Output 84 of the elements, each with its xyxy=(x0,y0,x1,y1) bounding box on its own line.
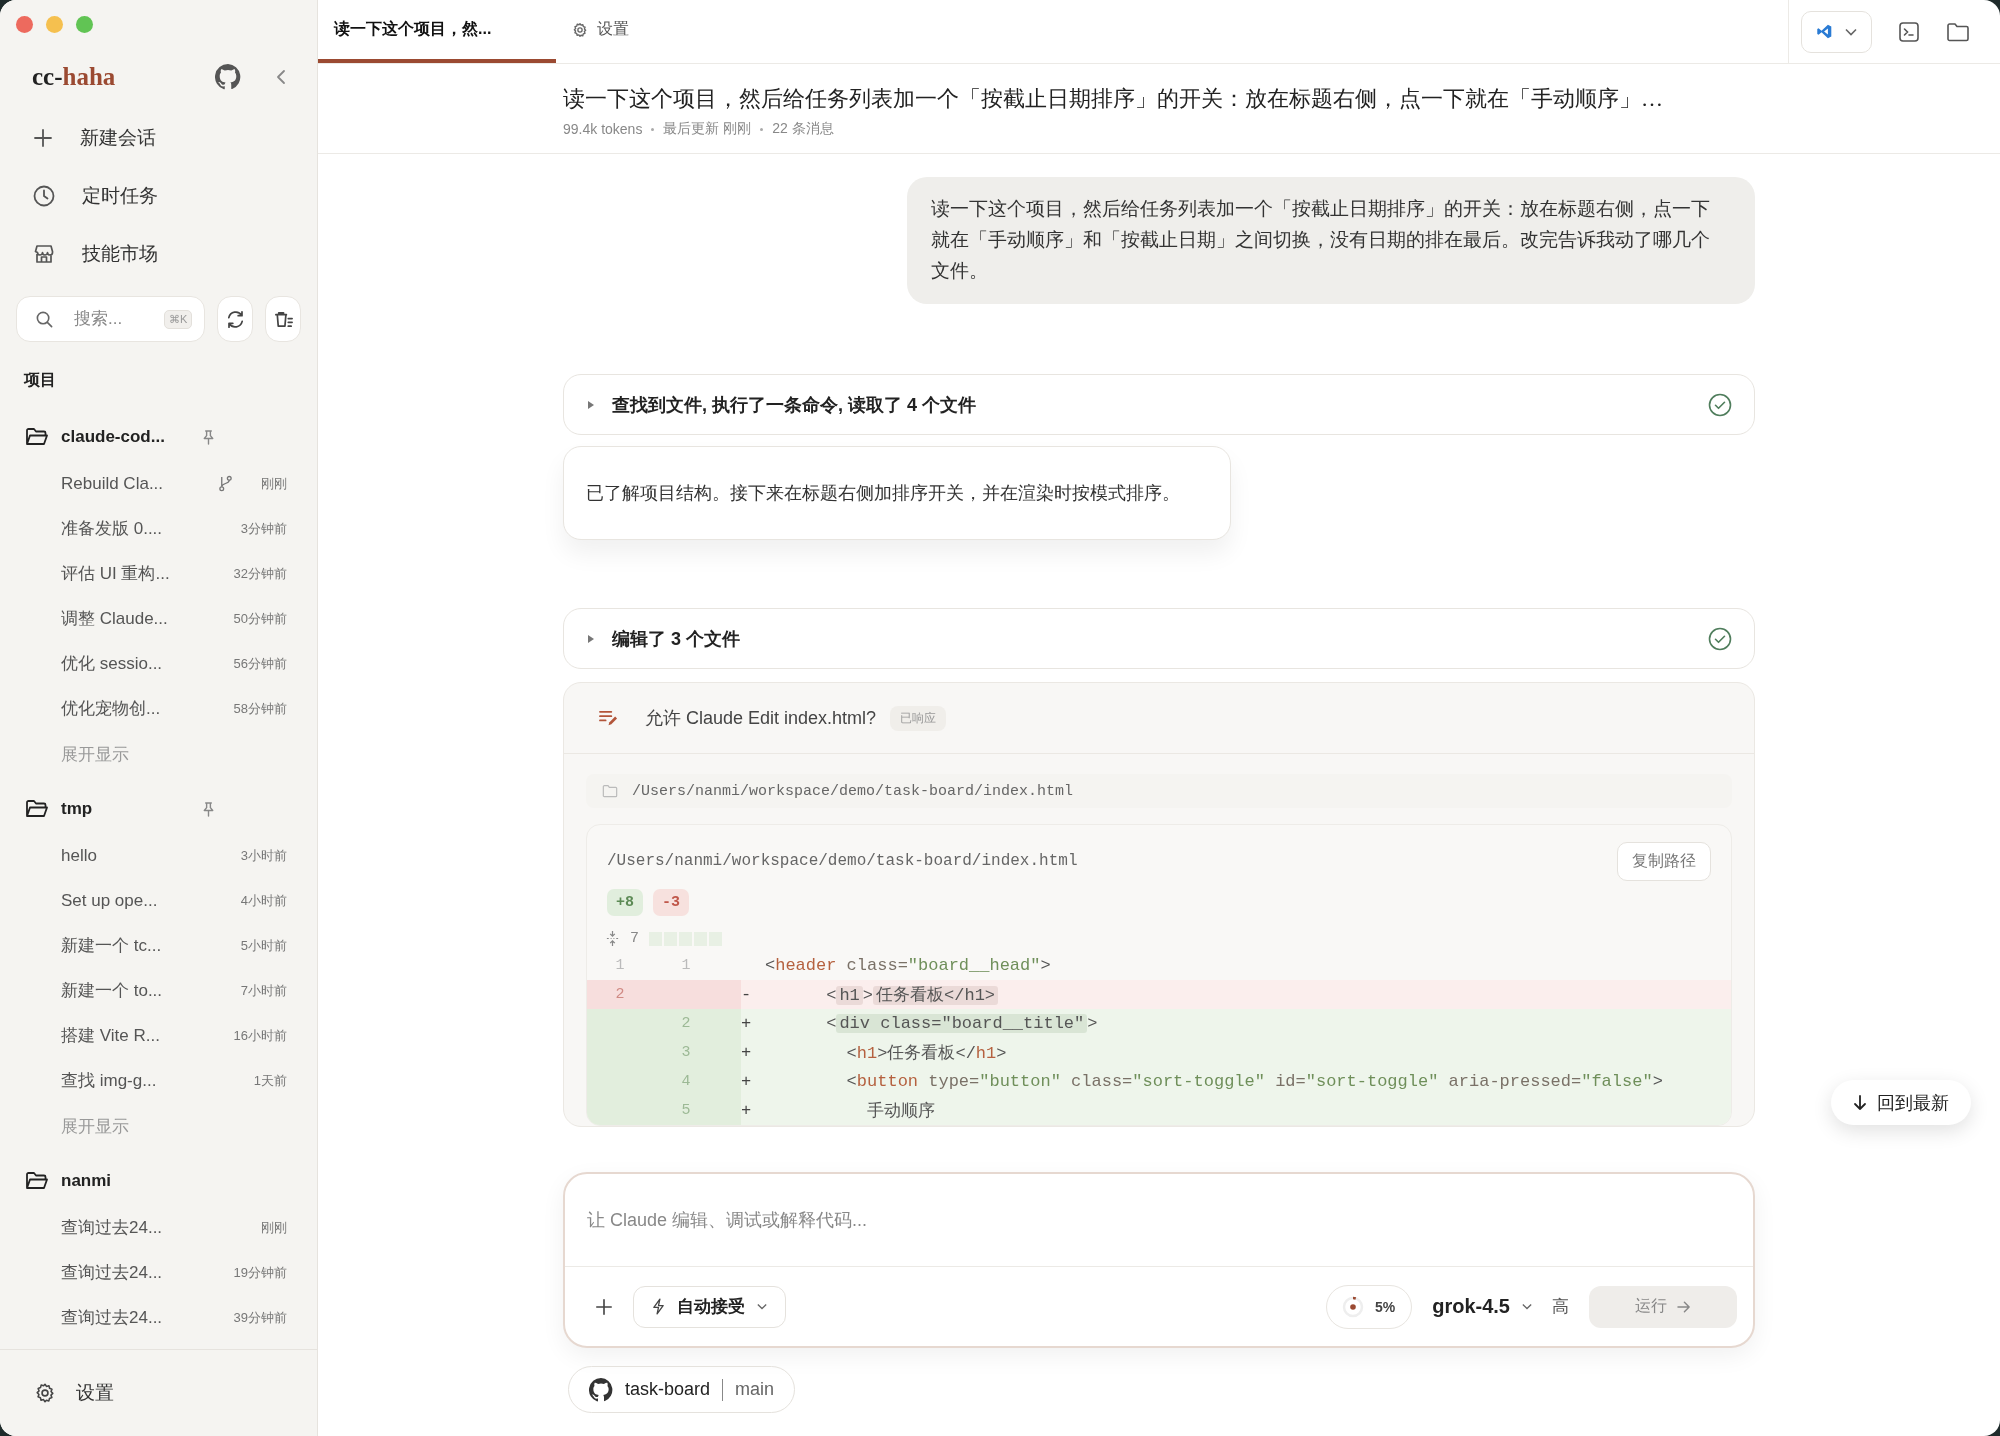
chevron-down-icon xyxy=(1522,1303,1532,1310)
section-title: 项目 xyxy=(22,370,57,390)
nav-item[interactable]: 技能市场 xyxy=(0,225,317,283)
code-editor-icon xyxy=(1816,23,1833,40)
chevron-down-icon xyxy=(1845,27,1857,36)
nav-item[interactable]: 定时任务 xyxy=(0,167,317,225)
session-item[interactable]: 查询过去24... 39分钟前 xyxy=(0,1295,317,1340)
session-item[interactable]: 优化 sessio... 56分钟前 xyxy=(0,641,317,686)
refresh-button[interactable] xyxy=(217,296,254,342)
edit-file-icon xyxy=(598,708,619,728)
diff-line: 1 1 <header class="board__head"> xyxy=(614,955,1052,977)
collapse-sidebar-icon[interactable] xyxy=(275,69,287,85)
context-ring-icon xyxy=(1340,1294,1365,1319)
session-item[interactable]: Set up ope... 4小时前 xyxy=(0,878,317,923)
scroll-to-latest-button[interactable]: 回到最新 xyxy=(1831,1080,1971,1125)
permission-title: 允许 Claude Edit index.html? xyxy=(645,707,877,730)
user-message: 读一下这个项目，然后给任务列表加一个「按截止日期排序」的开关：放在标题右侧，点一下就在「手动顺序」和「按截止日期」之间切换，没有日期的排在最后。改完告诉我动了哪几个文件。 xyxy=(907,177,1755,304)
clear-button[interactable] xyxy=(265,296,301,342)
pin-icon[interactable] xyxy=(201,800,216,818)
conversation-meta: 22 条消息 xyxy=(772,120,834,138)
expand-icon xyxy=(588,634,594,643)
model-dropdown[interactable]: grok-4.5 xyxy=(1432,1295,1532,1318)
conversation-meta: 最后更新 刚刚 xyxy=(663,120,752,138)
folder-icon[interactable] xyxy=(1946,21,1970,42)
plus-icon xyxy=(32,127,54,149)
terminal-icon[interactable] xyxy=(1898,20,1920,43)
clock-icon xyxy=(32,184,56,208)
tab[interactable]: 读一下这个项目，然... xyxy=(318,0,556,63)
store-icon xyxy=(32,242,56,266)
chevron-down-icon xyxy=(757,1303,767,1310)
folder-icon xyxy=(25,427,49,447)
search-icon xyxy=(35,309,54,329)
session-item[interactable]: 查询过去24... 19分钟前 xyxy=(0,1250,317,1295)
effort-level[interactable]: 高 xyxy=(1552,1295,1569,1318)
session-item[interactable]: 查找 img-g... 1天前 xyxy=(0,1058,317,1103)
message-input[interactable]: 让 Claude 编辑、调试或解释代码... xyxy=(565,1174,1753,1267)
collapsed-line-count: 7 xyxy=(630,930,639,947)
session-item[interactable]: 搭建 Vite R... 16小时前 xyxy=(0,1013,317,1058)
session-item[interactable]: 查询过去24... 刚刚 xyxy=(0,1205,317,1250)
github-icon xyxy=(589,1377,613,1402)
conversation-meta: 99.4k tokens xyxy=(563,121,643,137)
close-window-button[interactable] xyxy=(16,16,33,33)
folder-icon xyxy=(602,784,618,798)
project-item[interactable]: tmp xyxy=(0,785,317,833)
pin-icon[interactable] xyxy=(201,428,216,446)
assistant-message: 已了解项目结构。接下来在标题右侧加排序开关，并在渲染时按模式排序。 xyxy=(563,446,1231,540)
permission-mode-dropdown[interactable]: 自动接受 xyxy=(633,1285,786,1328)
settings-icon xyxy=(34,1382,56,1404)
github-icon[interactable] xyxy=(215,64,241,90)
tab[interactable]: 设置 xyxy=(556,0,645,63)
lightning-icon xyxy=(652,1298,665,1315)
folder-icon xyxy=(25,1171,49,1191)
removed-count: -3 xyxy=(653,889,690,916)
session-item[interactable]: 评估 UI 重构... 32分钟前 xyxy=(0,551,317,596)
project-item[interactable]: nanmi xyxy=(0,1157,317,1205)
shortcut-hint: ⌘K xyxy=(164,309,193,329)
settings-item[interactable]: 设置 xyxy=(0,1380,114,1406)
tool-summary[interactable]: 编辑了 3 个文件 xyxy=(563,608,1755,669)
added-count: +8 xyxy=(607,889,643,916)
session-item[interactable]: 新建一个 tc... 5小时前 xyxy=(0,923,317,968)
project-item[interactable]: claude-cod... xyxy=(0,413,317,461)
expand-lines-icon[interactable] xyxy=(605,930,620,947)
app-logo: cc-haha xyxy=(32,63,116,91)
file-path: /Users/nanmi/workspace/demo/task-board/index.html xyxy=(607,852,1078,870)
nav-item[interactable]: 新建会话 xyxy=(0,109,317,167)
tool-summary[interactable]: 查找到文件, 执行了一条命令, 读取了 4 个文件 xyxy=(563,374,1755,435)
session-item[interactable]: 调整 Claude... 50分钟前 xyxy=(0,596,317,641)
settings-icon xyxy=(572,21,588,38)
conversation-title: 读一下这个项目，然后给任务列表加一个「按截止日期排序」的开关：放在标题右侧，点一下就在「手动顺序」… xyxy=(563,85,1664,113)
folder-icon xyxy=(25,799,49,819)
file-path: /Users/nanmi/workspace/demo/task-board/index.html xyxy=(632,782,1074,800)
editor-button[interactable] xyxy=(1801,10,1872,53)
session-item[interactable]: 准备发版 0.... 3分钟前 xyxy=(0,506,317,551)
expand-icon xyxy=(588,400,594,409)
arrow-right-icon xyxy=(1677,1300,1691,1313)
status-tag: 已响应 xyxy=(890,705,947,731)
session-item[interactable]: 新建一个 to... 7小时前 xyxy=(0,968,317,1013)
session-item[interactable]: Rebuild Cla... 刚刚 xyxy=(0,461,317,506)
add-icon[interactable] xyxy=(595,1297,613,1316)
copy-path-button[interactable]: 复制路径 xyxy=(1617,841,1711,881)
search-input[interactable]: 搜索... xyxy=(74,309,144,329)
session-item[interactable]: 优化宠物创... 58分钟前 xyxy=(0,686,317,731)
session-item[interactable]: hello 3小时前 xyxy=(0,833,317,878)
arrow-down-icon xyxy=(1853,1094,1867,1111)
